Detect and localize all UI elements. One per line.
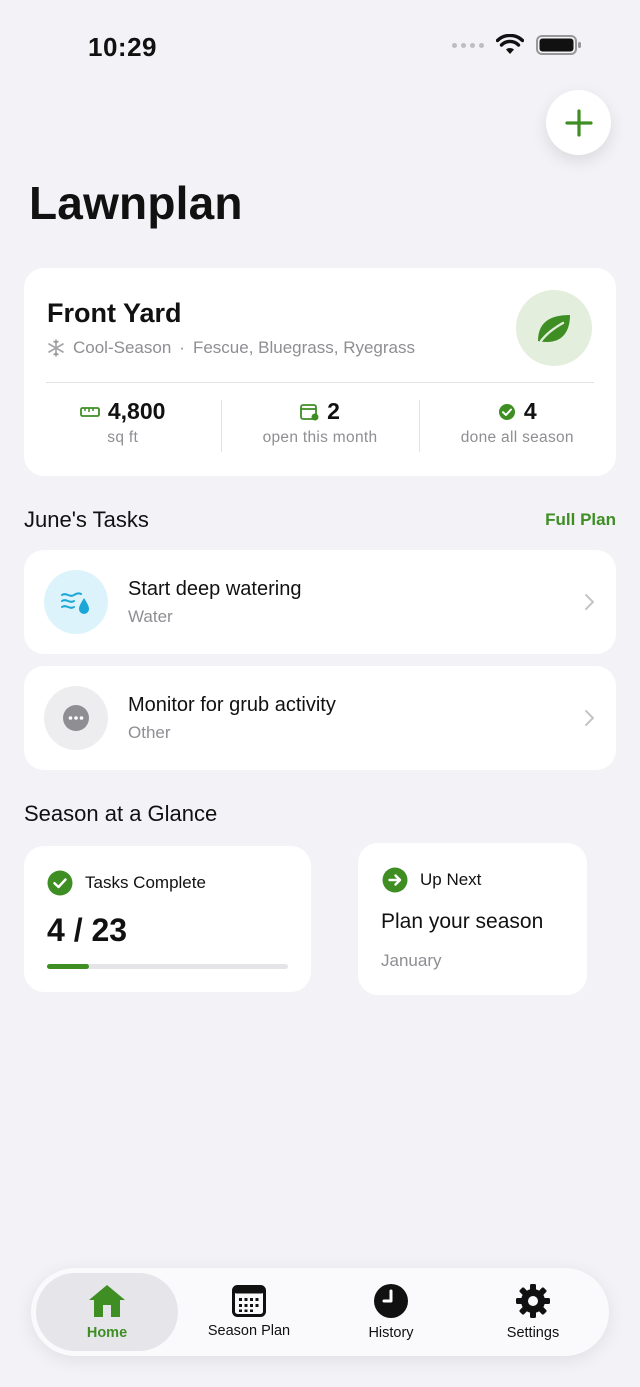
up-next-card[interactable]: Up Next Plan your season January xyxy=(358,843,587,995)
tab-label: Settings xyxy=(506,1325,560,1341)
tab-label: History xyxy=(368,1325,414,1341)
status-indicators xyxy=(452,34,582,56)
stat-value: 4,800 xyxy=(107,398,166,424)
gear-icon xyxy=(516,1284,550,1318)
stat-area: 4,800 sq ft xyxy=(24,398,221,454)
battery-icon xyxy=(536,35,581,55)
stat-label: sq ft xyxy=(107,429,139,446)
page-title: Lawnplan xyxy=(29,177,243,229)
calendar-grid-icon xyxy=(232,1285,266,1317)
yard-name: Front Yard xyxy=(47,298,182,328)
tab-bar: Home Season Plan History Settings xyxy=(31,1268,609,1356)
plus-icon xyxy=(564,108,593,137)
card-header: Up Next xyxy=(382,867,481,893)
leaf-icon xyxy=(538,315,570,343)
card-label: Tasks Complete xyxy=(85,873,206,892)
season-type: Cool-Season xyxy=(73,338,172,357)
task-title: Monitor for grub activity xyxy=(128,693,336,716)
stat-label: done all season xyxy=(460,429,574,446)
water-icon xyxy=(61,592,89,614)
card-header: Tasks Complete xyxy=(47,870,206,896)
task-title: Start deep watering xyxy=(128,577,302,600)
status-bar: 10:29 xyxy=(0,0,640,90)
separator: · xyxy=(179,338,185,357)
tasks-complete-card[interactable]: Tasks Complete 4 / 23 xyxy=(24,846,311,992)
calendar-icon xyxy=(300,403,319,420)
up-next-date: January xyxy=(381,951,442,970)
yard-subtitle: Cool-Season · Fescue, Bluegrass, Ryegras… xyxy=(47,338,415,358)
status-time: 10:29 xyxy=(88,32,157,62)
home-icon xyxy=(89,1285,125,1317)
progress-bar xyxy=(47,964,288,969)
yard-card[interactable]: Front Yard Cool-Season · Fescue, Bluegra… xyxy=(24,268,616,476)
task-icon-badge xyxy=(44,686,108,750)
progress-fill xyxy=(47,964,89,969)
snowflake-icon xyxy=(48,339,64,357)
task-item[interactable]: Monitor for grub activity Other xyxy=(24,666,616,770)
stat-value: 4 xyxy=(523,398,537,424)
full-plan-link[interactable]: Full Plan xyxy=(545,510,616,530)
tab-settings[interactable]: Settings xyxy=(462,1273,604,1351)
grass-types: Fescue, Bluegrass, Ryegrass xyxy=(192,338,415,357)
tab-label: Season Plan xyxy=(207,1323,291,1339)
stat-open: 2 open this month xyxy=(221,398,418,454)
task-category: Other xyxy=(128,722,171,742)
chevron-right-icon xyxy=(585,594,594,610)
stat-label: open this month xyxy=(262,429,378,446)
stat-done: 4 done all season xyxy=(418,398,616,454)
more-icon xyxy=(63,705,89,731)
arrow-circle-icon xyxy=(382,867,408,893)
card-label: Up Next xyxy=(420,870,482,889)
task-item[interactable]: Start deep watering Water xyxy=(24,550,616,654)
ruler-icon xyxy=(79,406,100,417)
check-circle-icon xyxy=(498,403,515,420)
tab-label: Home xyxy=(86,1325,128,1341)
up-next-title: Plan your season xyxy=(381,910,544,933)
stat-value: 2 xyxy=(327,398,340,424)
tasks-section-title: June's Tasks xyxy=(24,507,149,532)
task-category: Water xyxy=(128,606,173,626)
task-icon-badge xyxy=(44,570,108,634)
wifi-icon xyxy=(496,34,524,54)
cellular-signal-icon xyxy=(452,42,484,48)
tasks-complete-value: 4 / 23 xyxy=(47,912,128,948)
check-circle-icon xyxy=(47,870,73,896)
chevron-right-icon xyxy=(585,710,594,726)
leaf-badge xyxy=(516,290,592,366)
tab-history[interactable]: History xyxy=(320,1273,462,1351)
divider xyxy=(46,382,594,383)
tab-home[interactable]: Home xyxy=(36,1273,178,1351)
clock-icon xyxy=(374,1284,408,1318)
glance-section-title: Season at a Glance xyxy=(24,801,218,826)
tab-season-plan[interactable]: Season Plan xyxy=(178,1273,320,1351)
add-button[interactable] xyxy=(546,90,611,155)
yard-stats: 4,800 sq ft 2 open this month 4 done all… xyxy=(24,398,616,454)
